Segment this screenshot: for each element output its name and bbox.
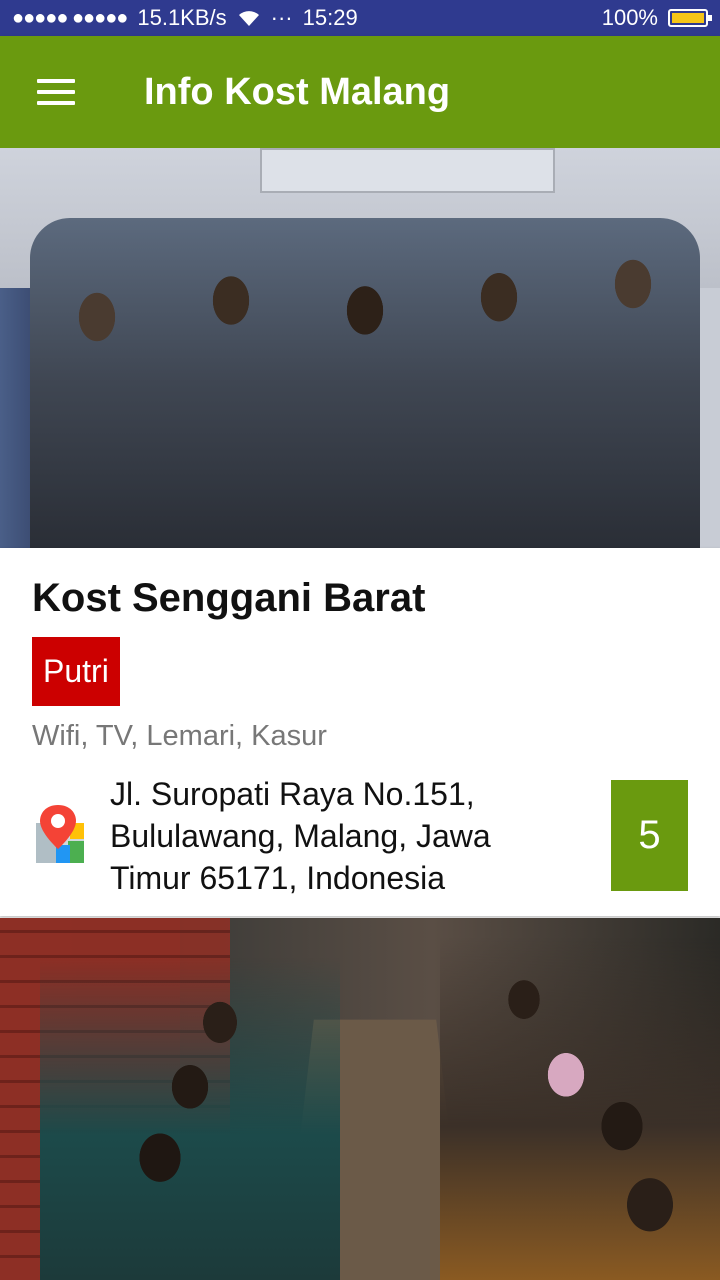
facilities-list: Wifi, TV, Lemari, Kasur	[32, 720, 327, 752]
wifi-icon	[238, 11, 259, 26]
more-indicator: ···	[270, 5, 293, 30]
kost-photo[interactable]	[0, 918, 720, 1280]
kost-card[interactable]: Kost Senggani Barat Putri Wifi, TV, Lema…	[0, 548, 720, 916]
signal-strength-icon: ●●●●● ●●●●●	[12, 6, 128, 29]
network-speed: 15.1KB/s	[137, 5, 227, 30]
kost-name: Kost Senggani Barat	[32, 576, 426, 620]
status-bar: ●●●●● ●●●●● 15.1KB/s ··· 15:29 100%	[0, 0, 720, 36]
battery-percent: 100%	[601, 5, 658, 30]
gender-badge: Putri	[32, 637, 120, 706]
kost-address: Jl. Suropati Raya No.151, Bululawang, Ma…	[110, 776, 491, 896]
app-bar: Info Kost Malang	[0, 36, 720, 148]
battery-icon	[668, 9, 712, 27]
clock: 15:29	[302, 5, 358, 30]
app-title: Info Kost Malang	[144, 70, 451, 113]
room-count-badge: 5	[611, 780, 688, 891]
location-row: Jl. Suropati Raya No.151, Bululawang, Ma…	[30, 776, 690, 896]
menu-button[interactable]	[0, 36, 112, 148]
map-pin-icon	[36, 805, 84, 863]
hamburger-icon	[37, 79, 75, 105]
kost-photo[interactable]	[0, 148, 720, 548]
